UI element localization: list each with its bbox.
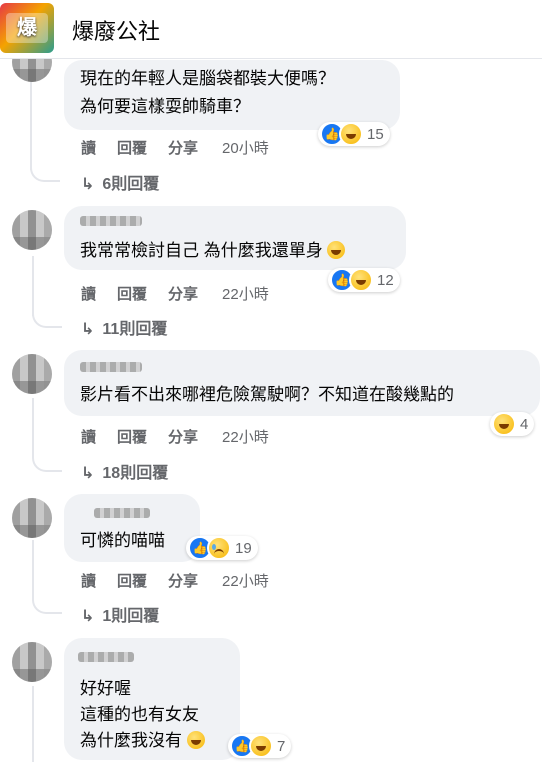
replies-label: 1則回覆 bbox=[102, 608, 160, 625]
logo-mark: 爆 bbox=[6, 13, 48, 43]
comment-bubble: 現在的年輕人是腦袋都裝大便嗎？ 為何要這樣耍帥騎車？ bbox=[64, 60, 400, 130]
reaction-summary[interactable]: 👍 15 bbox=[318, 122, 390, 146]
thread-line bbox=[32, 256, 34, 316]
haha-icon bbox=[349, 268, 373, 292]
reply-arrow-icon: ↳ bbox=[81, 608, 95, 625]
reaction-count: 7 bbox=[277, 737, 286, 755]
reaction-count: 4 bbox=[520, 415, 529, 433]
reply-button[interactable]: 回覆 bbox=[117, 283, 147, 304]
haha-icon bbox=[339, 122, 363, 146]
comment-actions: 讀 回覆 分享 22小時 bbox=[81, 570, 269, 591]
comment-bubble: 影片看不出來哪裡危險駕駛啊？不知道在酸幾點的 bbox=[64, 350, 540, 416]
reply-button[interactable]: 回覆 bbox=[117, 137, 147, 158]
comment-actions: 讀 回覆 分享 20小時 bbox=[81, 137, 269, 158]
grin-emoji-icon bbox=[327, 241, 346, 259]
comment-actions: 讀 回覆 分享 22小時 bbox=[81, 283, 269, 304]
page-logo[interactable]: 爆 bbox=[0, 3, 54, 53]
view-replies-link[interactable]: ↳ 11則回覆 bbox=[81, 315, 167, 339]
comment-actions: 讀 回覆 分享 22小時 bbox=[81, 426, 269, 447]
share-button[interactable]: 分享 bbox=[168, 426, 198, 447]
thread-line bbox=[32, 686, 34, 762]
comment-bubble: 我常常檢討自己 為什麼我還單身 bbox=[64, 206, 406, 270]
replies-label: 6則回覆 bbox=[102, 176, 160, 193]
comment-text: 我常常檢討自己 為什麼我還單身 bbox=[80, 238, 346, 264]
reaction-summary[interactable]: 👍 7 bbox=[228, 734, 292, 758]
author-name-redacted[interactable] bbox=[80, 216, 142, 226]
comment-text: 現在的年輕人是腦袋都裝大便嗎？ bbox=[80, 69, 335, 88]
thread-line bbox=[32, 398, 34, 458]
comment-text: 為什麼我沒有 bbox=[80, 728, 205, 754]
reaction-summary[interactable]: 👍 19 bbox=[186, 536, 258, 560]
share-button[interactable]: 分享 bbox=[168, 570, 198, 591]
reply-arrow-icon: ↳ bbox=[81, 465, 95, 482]
avatar[interactable] bbox=[12, 210, 52, 250]
avatar[interactable] bbox=[12, 354, 52, 394]
comment-text: 為何要這樣耍帥騎車？ bbox=[80, 97, 250, 116]
comment-text-line: 我常常檢討自己 為什麼我還單身 bbox=[80, 241, 323, 260]
reaction-count: 12 bbox=[377, 271, 394, 289]
reply-button[interactable]: 回覆 bbox=[117, 426, 147, 447]
avatar[interactable] bbox=[12, 642, 52, 682]
reply-connector bbox=[32, 594, 62, 614]
comment-text: 可憐的喵喵 bbox=[80, 531, 165, 550]
author-name-redacted[interactable] bbox=[78, 652, 134, 662]
reaction-count: 15 bbox=[367, 125, 384, 143]
haha-icon bbox=[249, 734, 273, 758]
timestamp[interactable]: 22小時 bbox=[222, 570, 269, 591]
comment-thread: 現在的年輕人是腦袋都裝大便嗎？ 為何要這樣耍帥騎車？ 👍 15 讀 回覆 分享 … bbox=[0, 0, 542, 762]
share-button[interactable]: 分享 bbox=[168, 137, 198, 158]
tears-of-joy-emoji-icon bbox=[186, 731, 205, 749]
page-header: 爆 爆廢公社 bbox=[0, 0, 542, 59]
reply-arrow-icon: ↳ bbox=[81, 321, 95, 338]
reply-connector bbox=[32, 308, 62, 328]
share-button[interactable]: 分享 bbox=[168, 283, 198, 304]
comment-bubble: 好好喔 這種的也有女友 為什麼我沒有 bbox=[64, 638, 240, 760]
view-replies-link[interactable]: ↳ 18則回覆 bbox=[81, 459, 168, 483]
reply-arrow-icon: ↳ bbox=[81, 176, 95, 193]
comment-text: 影片看不出來哪裡危險駕駛啊？不知道在酸幾點的 bbox=[80, 385, 454, 404]
read-button[interactable]: 讀 bbox=[81, 570, 96, 591]
timestamp[interactable]: 20小時 bbox=[222, 137, 269, 158]
replies-label: 18則回覆 bbox=[102, 465, 169, 482]
timestamp[interactable]: 22小時 bbox=[222, 283, 269, 304]
read-button[interactable]: 讀 bbox=[81, 283, 96, 304]
reaction-summary[interactable]: 👍 12 bbox=[328, 268, 400, 292]
read-button[interactable]: 讀 bbox=[81, 137, 96, 158]
replies-label: 11則回覆 bbox=[102, 321, 168, 338]
comment-bubble: 可憐的喵喵 bbox=[64, 494, 200, 562]
view-replies-link[interactable]: ↳ 6則回覆 bbox=[81, 170, 159, 194]
reaction-count: 19 bbox=[235, 539, 252, 557]
author-name-redacted[interactable] bbox=[80, 362, 142, 372]
comment-text: 好好喔 bbox=[80, 679, 131, 698]
sad-icon bbox=[207, 536, 231, 560]
read-button[interactable]: 讀 bbox=[81, 426, 96, 447]
reply-connector bbox=[30, 162, 60, 182]
reply-button[interactable]: 回覆 bbox=[117, 570, 147, 591]
thread-line bbox=[32, 540, 34, 600]
avatar[interactable] bbox=[12, 498, 52, 538]
page-title[interactable]: 爆廢公社 bbox=[72, 14, 160, 46]
timestamp[interactable]: 22小時 bbox=[222, 426, 269, 447]
comment-text: 這種的也有女友 bbox=[80, 705, 199, 724]
comment-text-line: 為什麼我沒有 bbox=[80, 731, 182, 750]
reaction-summary[interactable]: 4 bbox=[490, 412, 535, 436]
view-replies-link[interactable]: ↳ 1則回覆 bbox=[81, 602, 159, 626]
author-name-redacted[interactable] bbox=[94, 508, 150, 518]
haha-icon bbox=[492, 412, 516, 436]
reply-connector bbox=[32, 452, 62, 472]
